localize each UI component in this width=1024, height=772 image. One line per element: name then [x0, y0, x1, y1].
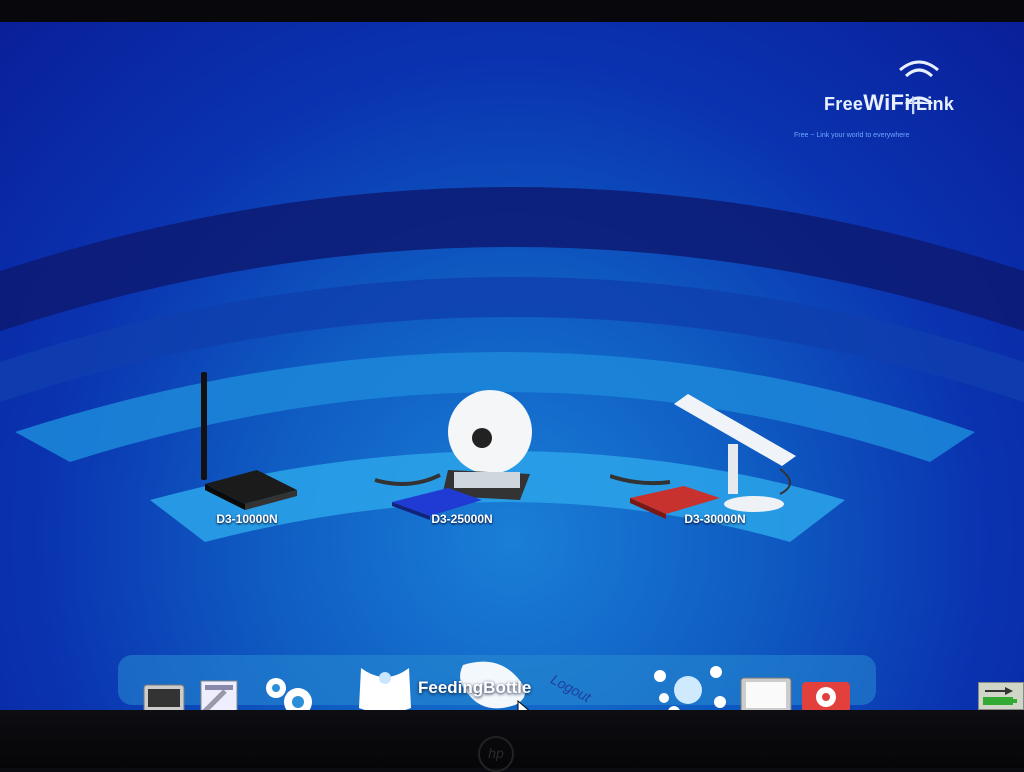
freewifilink-logo: FreeWiFi|Link Free ~ Link your world to … [794, 52, 1014, 142]
device-label-d3-25000n: D3-25000N [431, 512, 493, 526]
system-tools-icon[interactable] [195, 679, 241, 710]
display-icon[interactable] [740, 677, 792, 710]
mouse-cursor-icon [517, 699, 535, 710]
settings-icon[interactable] [800, 678, 852, 710]
network-icon[interactable] [650, 662, 730, 710]
gears-icon[interactable] [262, 674, 320, 710]
monitor-bezel-top [0, 0, 1024, 22]
brand-name: FreeWiFi|Link [824, 90, 955, 115]
device-d3-10000n[interactable] [195, 372, 305, 512]
device-d3-25000n[interactable] [370, 380, 540, 520]
desktop-screen: FreeWiFi|Link Free ~ Link your world to … [0, 22, 1024, 710]
device-label-d3-10000n: D3-10000N [216, 512, 278, 526]
device-label-d3-30000n: D3-30000N [684, 512, 746, 526]
bib-icon[interactable] [355, 664, 415, 710]
dock-active-label: FeedingBottle [418, 678, 532, 697]
device-d3-30000n[interactable] [609, 374, 800, 524]
router-antenna-icon [201, 372, 297, 510]
battery-status-icon[interactable] [978, 682, 1024, 710]
brand-tagline: Free ~ Link your world to everywhere [794, 132, 910, 139]
panel-antenna-icon [609, 394, 796, 519]
hp-logo: hp [478, 736, 514, 772]
dish-antenna-icon [374, 390, 532, 520]
terminal-icon[interactable] [143, 684, 185, 710]
